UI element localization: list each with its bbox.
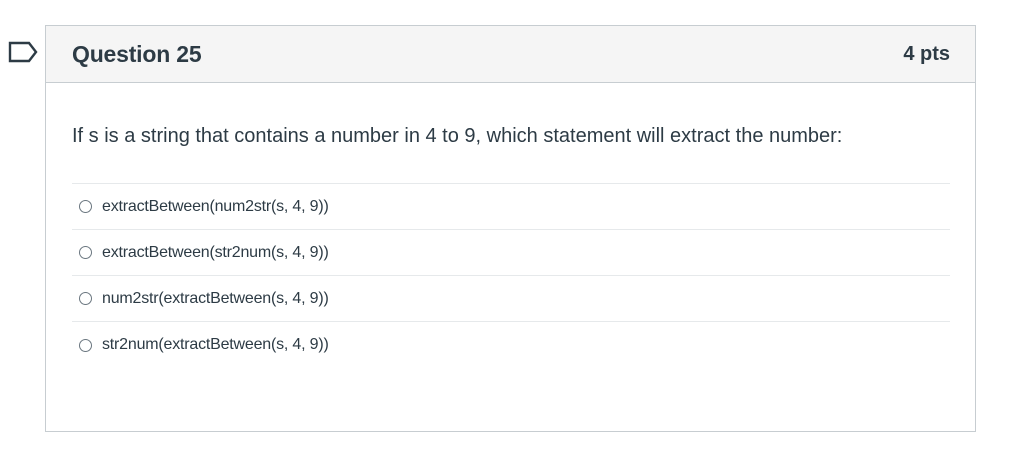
question-card: Question 25 4 pts If s is a string that … [45,25,976,432]
answer-option[interactable]: extractBetween(str2num(s, 4, 9)) [72,230,950,276]
radio-button[interactable] [79,292,92,305]
answer-option[interactable]: num2str(extractBetween(s, 4, 9)) [72,276,950,322]
answer-label[interactable]: num2str(extractBetween(s, 4, 9)) [102,290,329,308]
answer-label[interactable]: str2num(extractBetween(s, 4, 9)) [102,336,329,354]
quiz-page: Question 25 4 pts If s is a string that … [0,0,1019,458]
answer-label[interactable]: extractBetween(num2str(s, 4, 9)) [102,198,329,216]
answer-label[interactable]: extractBetween(str2num(s, 4, 9)) [102,244,329,262]
question-body: If s is a string that contains a number … [46,83,975,368]
flag-question-icon[interactable] [8,41,38,63]
answer-option[interactable]: extractBetween(num2str(s, 4, 9)) [72,184,950,230]
answer-list: extractBetween(num2str(s, 4, 9)) extract… [72,183,950,368]
radio-button[interactable] [79,246,92,259]
question-header: Question 25 4 pts [46,26,975,83]
answer-option[interactable]: str2num(extractBetween(s, 4, 9)) [72,322,950,368]
question-text: If s is a string that contains a number … [72,125,843,147]
question-points: 4 pts [903,42,950,65]
radio-button[interactable] [79,338,92,352]
question-title: Question 25 [72,40,202,67]
radio-button[interactable] [79,200,92,213]
